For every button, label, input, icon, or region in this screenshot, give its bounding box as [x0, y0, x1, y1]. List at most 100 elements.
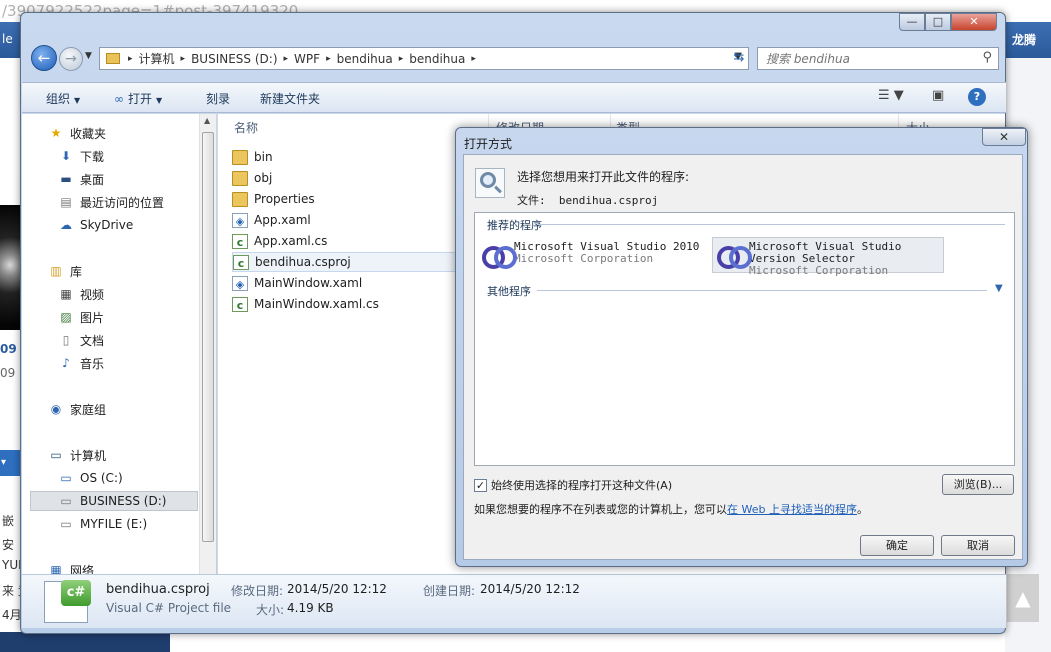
folder-icon — [232, 170, 248, 186]
list-item[interactable]: c App.xaml.cs — [232, 231, 462, 251]
file-name: bendihua.csproj — [255, 255, 351, 269]
list-item[interactable]: ◈ MainWindow.xaml — [232, 273, 462, 293]
nav-label: 图片 — [80, 310, 105, 325]
maximize-button[interactable]: □ — [925, 13, 951, 31]
address-bar[interactable]: ▸ 计算机 ▸ BUSINESS (D:) ▸ WPF ▸ bendihua ▸… — [99, 47, 749, 70]
close-button[interactable]: ✕ — [951, 13, 997, 31]
chevron-down-icon: ▼ — [156, 96, 163, 105]
file-name: bendihua.csproj — [558, 194, 659, 207]
cancel-button[interactable]: 取消 — [941, 535, 1015, 556]
breadcrumb-bendihua[interactable]: bendihua — [337, 52, 393, 66]
dialog-title: 打开方式 — [464, 137, 513, 151]
breadcrumb-drive[interactable]: BUSINESS (D:) — [191, 52, 277, 66]
scrollbar-thumb[interactable] — [202, 132, 214, 542]
breadcrumb-computer[interactable]: 计算机 — [139, 50, 175, 67]
scroll-to-top-button[interactable]: ▲ — [1007, 574, 1039, 622]
nav-homegroup[interactable]: ◉ 家庭组 — [48, 399, 106, 419]
background-number: 09 — [0, 342, 17, 356]
breadcrumb-wpf[interactable]: WPF — [294, 52, 320, 66]
nav-item-drive-e[interactable]: ▭ MYFILE (E:) — [58, 514, 147, 534]
hint-prefix: 如果您想要的程序不在列表或您的计算机上，您可以 — [474, 503, 727, 516]
nav-libraries[interactable]: ▥ 库 — [48, 261, 82, 281]
nav-label: 网络 — [70, 563, 95, 575]
column-header-name[interactable]: 名称 — [234, 114, 258, 138]
dialog-file-label: 文件: bendihua.csproj — [517, 192, 658, 208]
nav-item-pictures[interactable]: ▨ 图片 — [58, 307, 104, 327]
organize-label: 组织 — [46, 92, 71, 106]
csproj-file-icon: c — [233, 254, 249, 270]
refresh-icon[interactable]: ⇆ — [727, 47, 751, 70]
chevron-down-icon[interactable]: ▼ — [995, 283, 1003, 294]
list-item[interactable]: bin — [232, 147, 462, 167]
nav-item-skydrive[interactable]: ☁ SkyDrive — [58, 215, 133, 235]
nav-computer[interactable]: ▭ 计算机 — [48, 445, 106, 465]
nav-item-music[interactable]: ♪ 音乐 — [58, 353, 104, 373]
web-hint: 如果您想要的程序不在列表或您的计算机上，您可以在 Web 上寻找适当的程序。 — [474, 501, 868, 517]
ok-button[interactable]: 确定 — [860, 535, 934, 556]
folder-icon — [232, 191, 248, 207]
chevron-right-icon[interactable]: ▸ — [471, 54, 476, 64]
nav-item-desktop[interactable]: ▬ 桌面 — [58, 169, 104, 189]
program-publisher: Microsoft Corporation — [749, 264, 889, 277]
background-blue-button[interactable]: ▾ — [0, 450, 20, 476]
list-item[interactable]: ◈ App.xaml — [232, 210, 462, 230]
scroll-up-icon[interactable]: ▲ — [204, 116, 210, 125]
forward-button[interactable]: → — [59, 47, 83, 71]
nav-item-videos[interactable]: ▦ 视频 — [58, 284, 104, 304]
recent-pages-chevron-icon[interactable]: ▼ — [85, 51, 92, 61]
new-folder-button[interactable]: 新建文件夹 — [260, 90, 320, 107]
list-item[interactable]: c bendihua.csproj — [232, 252, 462, 272]
chevron-right-icon[interactable]: ▸ — [399, 54, 404, 64]
background-photo — [0, 205, 22, 330]
browse-button[interactable]: 浏览(B)... — [942, 474, 1014, 495]
breadcrumb-bendihua-current[interactable]: bendihua — [409, 52, 465, 66]
always-use-row[interactable]: ✓ 始终使用选择的程序打开这种文件(A) — [474, 477, 672, 493]
list-item[interactable]: Properties — [232, 189, 462, 209]
nav-item-recent[interactable]: ▤ 最近访问的位置 — [58, 192, 164, 212]
chevron-down-icon: ▼ — [74, 96, 81, 105]
nav-item-drive-d[interactable]: ▭ BUSINESS (D:) — [30, 491, 198, 511]
homegroup-icon: ◉ — [50, 402, 62, 416]
window-controls: — □ ✕ — [899, 13, 1007, 31]
search-input[interactable] — [758, 48, 968, 69]
preview-pane-icon[interactable]: ▣ — [932, 88, 944, 103]
details-filename: bendihua.csproj — [106, 582, 210, 597]
program-item-vs-selector[interactable]: Microsoft Visual Studio Version Selector… — [712, 237, 944, 277]
group-divider — [537, 290, 987, 291]
back-button[interactable]: ← — [31, 45, 57, 71]
other-programs-header[interactable]: 其他程序 — [487, 283, 531, 299]
chevron-right-icon[interactable]: ▸ — [326, 54, 331, 64]
background-footer-bar — [170, 632, 1051, 652]
burn-button[interactable]: 刻录 — [206, 90, 230, 107]
navigation-pane: ★ 收藏夹 ⬇ 下载 ▬ 桌面 ▤ 最近访问的位置 ☁ SkyDrive ▥ 库 ▦ 视频 ▨… — [22, 114, 216, 574]
nav-scrollbar[interactable]: ▲ — [199, 114, 216, 574]
list-item[interactable]: obj — [232, 168, 462, 188]
list-item[interactable]: c MainWindow.xaml.cs — [232, 294, 462, 314]
help-icon[interactable]: ? — [968, 88, 986, 106]
chevron-right-icon[interactable]: ▸ — [284, 54, 289, 64]
nav-network[interactable]: ▦ 网络 — [48, 560, 94, 574]
minimize-button[interactable]: — — [899, 13, 925, 31]
open-label: 打开 — [128, 92, 153, 106]
drive-icon: ▭ — [60, 494, 72, 508]
always-use-label: 始终使用选择的程序打开这种文件(A) — [491, 479, 673, 492]
always-use-checkbox[interactable]: ✓ — [474, 478, 487, 492]
dialog-close-button[interactable]: ✕ — [982, 128, 1026, 146]
nav-item-downloads[interactable]: ⬇ 下载 — [58, 146, 104, 166]
csharp-file-icon: c — [232, 296, 248, 312]
open-button[interactable]: ∞ 打开 ▼ — [114, 90, 162, 107]
nav-item-drive-c[interactable]: ▭ OS (C:) — [58, 468, 122, 488]
program-list: 推荐的程序 Microsoft Visual Studio 2010 Micro… — [474, 212, 1015, 466]
chevron-right-icon[interactable]: ▸ — [128, 54, 133, 64]
file-name: App.xaml.cs — [254, 234, 328, 248]
view-options-icon[interactable]: ☰ ▼ — [878, 88, 904, 103]
organize-button[interactable]: 组织 ▼ — [46, 90, 80, 107]
find-on-web-link[interactable]: 在 Web 上寻找适当的程序 — [727, 503, 857, 516]
command-bar: 组织 ▼ ∞ 打开 ▼ 刻录 新建文件夹 ☰ ▼ ▣ ? — [22, 82, 1006, 113]
chevron-right-icon[interactable]: ▸ — [181, 54, 186, 64]
nav-item-documents[interactable]: ▯ 文档 — [58, 330, 104, 350]
nav-label: BUSINESS (D:) — [80, 494, 167, 508]
search-icon[interactable]: ⚲ — [982, 50, 992, 65]
program-item-vs2010[interactable]: Microsoft Visual Studio 2010 Microsoft C… — [478, 238, 710, 274]
nav-favorites[interactable]: ★ 收藏夹 — [48, 123, 106, 143]
